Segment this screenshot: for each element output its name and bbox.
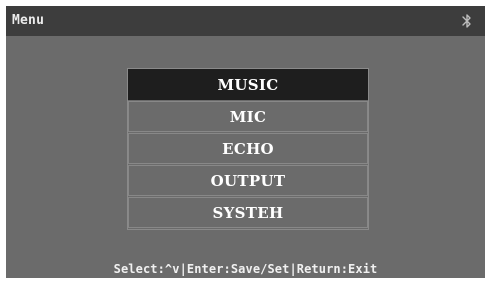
menu-item-echo[interactable]: ECHO bbox=[128, 133, 368, 164]
menu-item-output[interactable]: OUTPUT bbox=[128, 165, 368, 196]
menu-item-music[interactable]: MUSIC bbox=[128, 69, 368, 100]
menu-item-system[interactable]: SYSTEH bbox=[128, 197, 368, 228]
title-bar: Menu bbox=[6, 6, 485, 36]
key-hint-bar: Select:^v|Enter:Save/Set|Return:Exit bbox=[113, 262, 378, 276]
main-menu: MUSIC MIC ECHO OUTPUT SYSTEH bbox=[127, 68, 369, 230]
bluetooth-icon bbox=[462, 14, 471, 28]
menu-screen: Menu MUSIC MIC ECHO OUTPUT SYSTEH Select… bbox=[6, 6, 485, 278]
menu-item-mic[interactable]: MIC bbox=[128, 101, 368, 132]
page-title: Menu bbox=[12, 13, 45, 28]
